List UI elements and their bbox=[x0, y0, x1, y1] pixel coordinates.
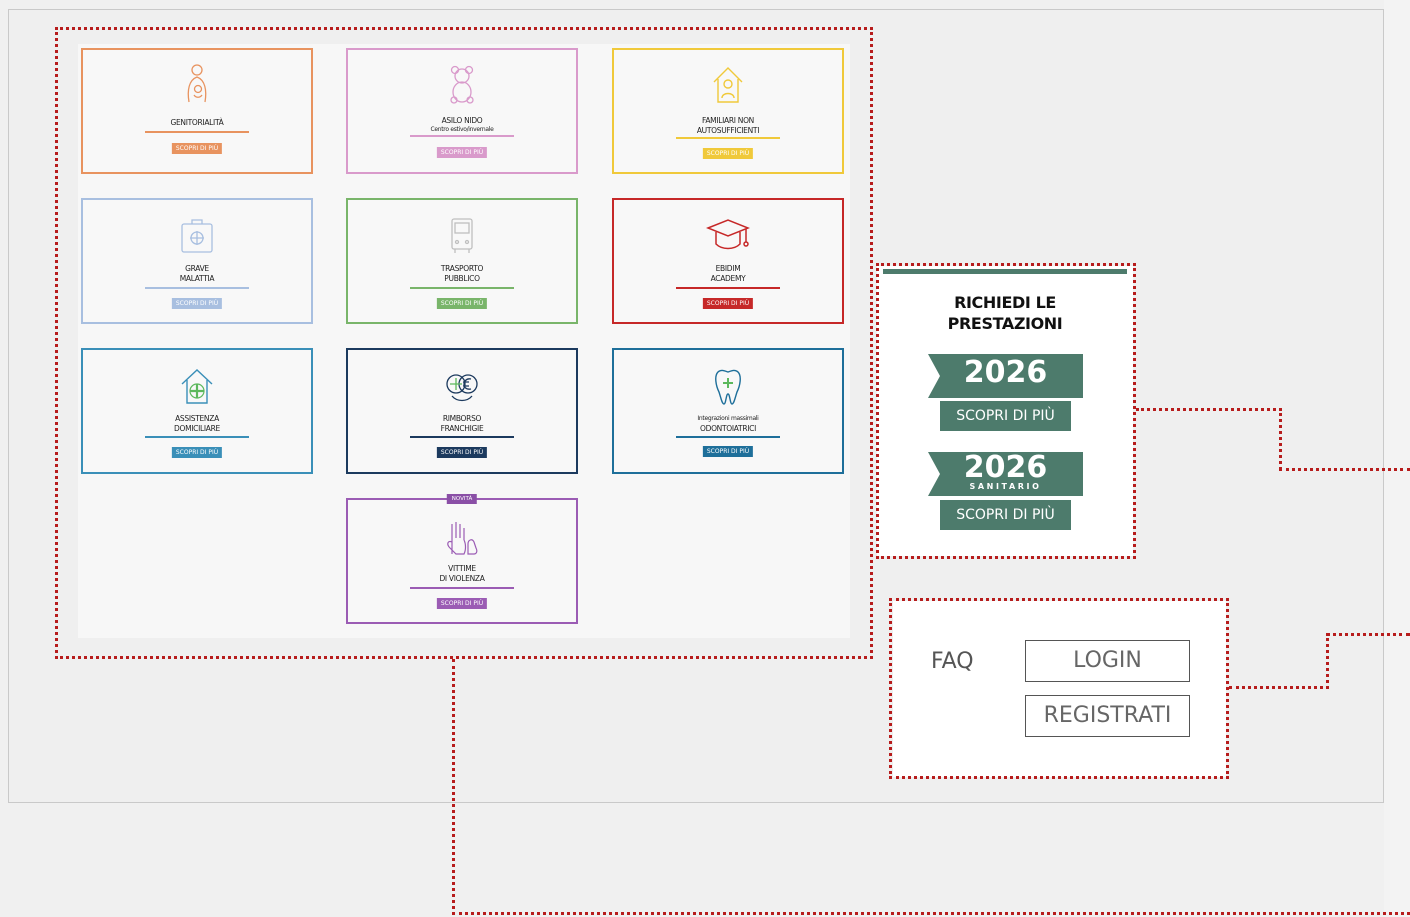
connector-line bbox=[1279, 468, 1410, 471]
connector-line bbox=[1229, 686, 1329, 689]
connector-line bbox=[452, 912, 1410, 915]
connector-line bbox=[1326, 633, 1329, 689]
annotation-box-richiedi bbox=[876, 263, 1136, 559]
annotation-box-auth bbox=[889, 598, 1229, 779]
connector-line bbox=[1279, 408, 1282, 470]
right-edge-strip bbox=[1384, 0, 1410, 917]
connector-line bbox=[1136, 408, 1282, 411]
connector-line bbox=[1326, 633, 1410, 636]
annotation-box-grid bbox=[55, 27, 873, 659]
connector-line bbox=[452, 659, 455, 915]
